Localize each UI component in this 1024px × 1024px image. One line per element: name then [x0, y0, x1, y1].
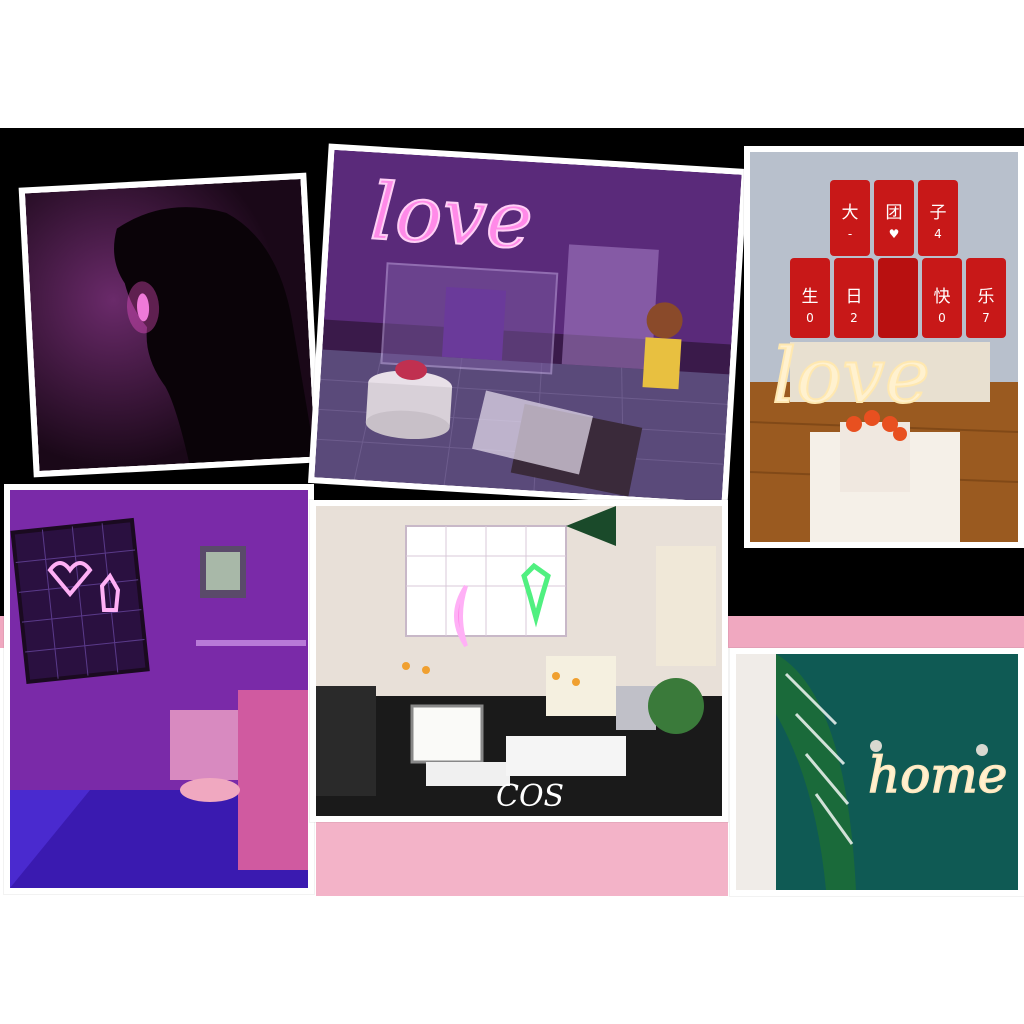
home-image: home — [736, 654, 1018, 890]
can-char-3: 子 — [930, 203, 947, 223]
can-sub-4: 0 — [806, 311, 814, 325]
can-char-4: 生 — [802, 287, 819, 307]
desk-mat-text: COS — [496, 779, 564, 814]
photo-home: home — [730, 648, 1024, 896]
can-char-5: 日 — [846, 287, 863, 307]
cans-image: 大 团 子 - ♥ 4 生 日 快 乐 0 2 0 7 love — [750, 152, 1018, 542]
photo-silhouette — [18, 172, 322, 478]
love-cake-image: love — [314, 149, 742, 503]
silhouette-image — [24, 178, 316, 472]
bottom-cans — [790, 258, 1006, 338]
home-neon-sign: home — [868, 746, 1007, 804]
photo-love-cake: love — [308, 143, 748, 509]
can-sub-5: 2 — [850, 311, 858, 325]
can-char-6: 快 — [934, 287, 951, 307]
love-neon-sign-warm: love — [772, 331, 930, 420]
love-neon-sign: love — [368, 167, 535, 267]
photo-cans: 大 团 子 - ♥ 4 生 日 快 乐 0 2 0 7 love — [744, 146, 1024, 548]
can-char-7: 乐 — [978, 287, 995, 307]
pink-background-strip — [316, 818, 728, 896]
purple-room-image — [10, 490, 308, 888]
can-sub-7: 7 — [982, 311, 990, 325]
can-sub-1: - — [848, 227, 852, 241]
can-sub-6: 0 — [938, 311, 946, 325]
can-sub-2: ♥ — [889, 227, 900, 241]
photo-purple-room — [4, 484, 314, 894]
can-char-2: 团 — [886, 203, 903, 223]
photo-desk: COS — [310, 500, 728, 822]
can-sub-3: 4 — [934, 227, 942, 241]
desk-image: COS — [316, 506, 722, 816]
can-char-1: 大 — [842, 203, 859, 223]
